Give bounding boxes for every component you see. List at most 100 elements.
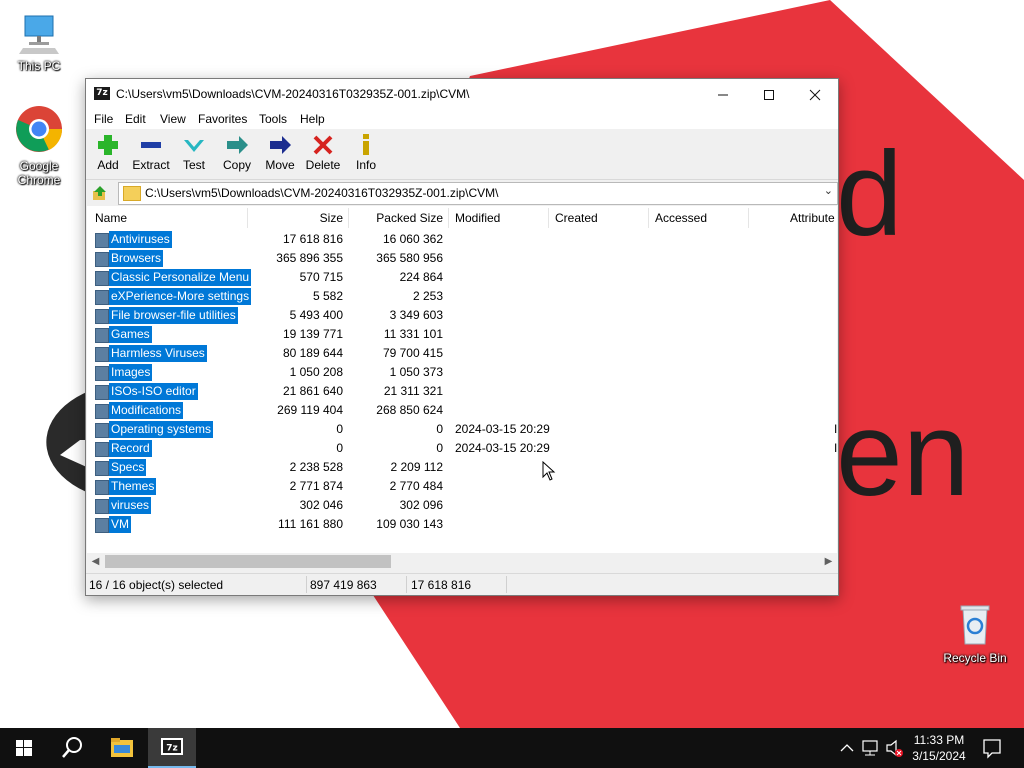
plus-icon	[98, 135, 118, 155]
menu-tools[interactable]: Tools	[259, 112, 287, 126]
table-row[interactable]: Operating systems 0 0 2024-03-15 20:29 I	[87, 420, 837, 439]
column-name[interactable]: Name	[95, 206, 127, 230]
table-row[interactable]: Games 19 139 771 11 331 101	[87, 325, 837, 344]
column-accessed[interactable]: Accessed	[655, 206, 707, 230]
column-divider[interactable]	[648, 208, 649, 228]
menu-view[interactable]: View	[160, 112, 186, 126]
scroll-right-icon[interactable]: ▶	[820, 553, 837, 570]
status-total-size: 897 419 863	[310, 578, 377, 592]
file-name: Specs	[109, 459, 147, 476]
menu-edit[interactable]: Edit	[125, 112, 146, 126]
folder-icon	[95, 423, 109, 438]
taskbar-file-explorer[interactable]	[98, 728, 146, 768]
scroll-left-icon[interactable]: ◀	[87, 553, 104, 570]
table-row[interactable]: Antiviruses 17 618 816 16 060 362	[87, 230, 837, 249]
column-size[interactable]: Size	[247, 206, 343, 230]
title-bar[interactable]: 7z C:\Users\vm5\Downloads\CVM-20240316T0…	[86, 79, 838, 109]
status-item-size: 17 618 816	[411, 578, 472, 592]
clock[interactable]: 11:33 PM 3/15/2024	[904, 732, 974, 764]
search-button[interactable]	[48, 728, 96, 768]
table-row[interactable]: Browsers 365 896 355 365 580 956	[87, 249, 837, 268]
address-bar[interactable]: C:\Users\vm5\Downloads\CVM-20240316T0329…	[118, 182, 838, 205]
taskbar: 7z 11:33 PM 3/15/2024	[0, 728, 1024, 768]
folder-icon	[95, 518, 109, 533]
file-packed-size: 79 700 415	[382, 346, 443, 360]
table-row[interactable]: eXPerience-More settings 5 582 2 253	[87, 287, 837, 306]
folder-icon	[95, 499, 109, 514]
taskbar-7zip[interactable]: 7z	[148, 728, 196, 768]
notification-button[interactable]	[978, 728, 1006, 768]
file-attributes: I	[834, 441, 837, 455]
maximize-button[interactable]	[746, 79, 792, 109]
copy-label: Copy	[222, 158, 251, 172]
column-packed-size[interactable]: Packed Size	[348, 206, 443, 230]
menu-favorites[interactable]: Favorites	[198, 112, 247, 126]
table-row[interactable]: Harmless Viruses 80 189 644 79 700 415	[87, 344, 837, 363]
horizontal-scrollbar[interactable]: ◀ ▶	[87, 553, 837, 570]
file-name: Browsers	[109, 250, 164, 267]
copy-button[interactable]: Copy	[215, 131, 259, 172]
table-row[interactable]: Record 0 0 2024-03-15 20:29 I	[87, 439, 837, 458]
table-row[interactable]: Specs 2 238 528 2 209 112	[87, 458, 837, 477]
file-size: 2 771 874	[289, 479, 343, 493]
folder-icon	[95, 271, 109, 286]
menu-bar: File Edit View Favorites Tools Help	[86, 109, 838, 129]
table-row[interactable]: viruses 302 046 302 096	[87, 496, 837, 515]
file-modified: 2024-03-15 20:29	[455, 422, 550, 436]
file-name: Antiviruses	[109, 231, 172, 248]
table-row[interactable]: VM 111 161 880 109 030 143	[87, 515, 837, 534]
move-button[interactable]: Move	[258, 131, 302, 172]
7zip-app-icon: 7z	[94, 87, 110, 100]
file-name: Games	[109, 326, 152, 343]
column-divider[interactable]	[448, 208, 449, 228]
scrollbar-thumb[interactable]	[105, 555, 391, 568]
menu-file[interactable]: File	[94, 112, 113, 126]
info-icon	[363, 134, 369, 155]
start-button[interactable]	[0, 728, 48, 768]
desktop-icon-label: This PC	[17, 59, 61, 73]
column-divider[interactable]	[748, 208, 749, 228]
table-row[interactable]: Themes 2 771 874 2 770 484	[87, 477, 837, 496]
file-size: 5 493 400	[289, 308, 343, 322]
table-row[interactable]: File browser-file utilities 5 493 400 3 34…	[87, 306, 837, 325]
file-name: viruses	[109, 497, 152, 514]
tray-overflow-button[interactable]	[838, 728, 856, 768]
folder-icon	[95, 347, 109, 362]
file-packed-size: 3 349 603	[389, 308, 443, 322]
folder-icon	[95, 290, 109, 305]
info-button[interactable]: Info	[344, 131, 388, 172]
chevron-down-icon[interactable]: ⌄	[824, 184, 833, 197]
column-modified[interactable]: Modified	[455, 206, 500, 230]
desktop-icon-recycle-bin[interactable]: Recycle Bin	[939, 602, 1011, 665]
delete-button[interactable]: Delete	[301, 131, 345, 172]
folder-up-icon[interactable]	[92, 185, 108, 201]
folder-icon	[95, 252, 109, 267]
column-divider[interactable]	[548, 208, 549, 228]
table-row[interactable]: Images 1 050 208 1 050 373	[87, 363, 837, 382]
close-button[interactable]	[792, 79, 838, 109]
file-size: 570 715	[299, 270, 343, 284]
desktop-icon-this-pc[interactable]: This PC	[3, 10, 75, 73]
network-button[interactable]	[860, 728, 882, 768]
table-row[interactable]: ISOs-ISO editor 21 861 640 21 311 321	[87, 382, 837, 401]
column-attributes[interactable]: Attribute	[790, 206, 835, 230]
file-packed-size: 0	[436, 441, 443, 455]
delete-x-icon	[313, 135, 333, 155]
table-row[interactable]: Classic Personalize Menu 570 715 224 864	[87, 268, 837, 287]
extract-button[interactable]: Extract	[129, 131, 173, 172]
desktop-icon-chrome[interactable]: Google Chrome	[3, 104, 75, 187]
file-list: Name Size Packed Size Modified Created A…	[87, 206, 837, 553]
volume-button[interactable]	[884, 728, 904, 768]
file-size: 5 582	[312, 289, 343, 303]
file-size: 0	[336, 422, 343, 436]
menu-help[interactable]: Help	[300, 112, 325, 126]
file-name: eXPerience-More settings	[109, 288, 252, 305]
minimize-button[interactable]	[700, 79, 746, 109]
7zip-window: 7z C:\Users\vm5\Downloads\CVM-20240316T0…	[85, 78, 839, 596]
add-button[interactable]: Add	[86, 131, 130, 172]
chevron-up-icon	[840, 744, 854, 752]
test-button[interactable]: Test	[172, 131, 216, 172]
folder-icon	[95, 461, 109, 476]
table-row[interactable]: Modifications 269 119 404 268 850 624	[87, 401, 837, 420]
column-created[interactable]: Created	[555, 206, 598, 230]
